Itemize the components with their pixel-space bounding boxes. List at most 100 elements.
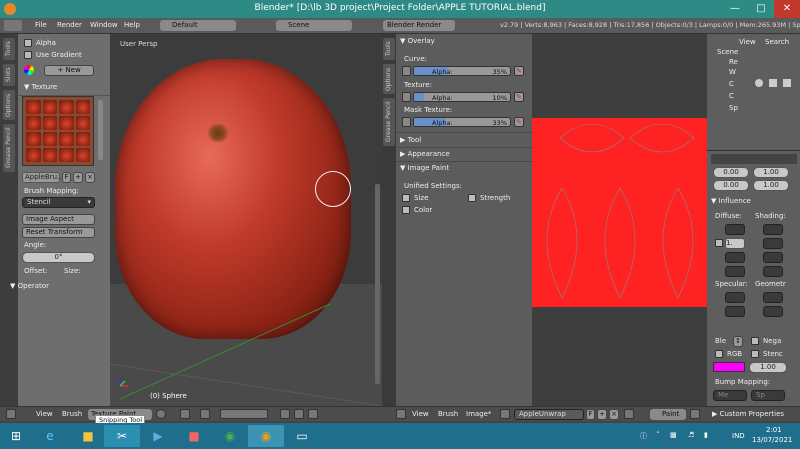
- rgb-to-intensity-checkbox[interactable]: [715, 350, 723, 358]
- diffuse-translucency-field[interactable]: [725, 266, 745, 277]
- size-y-field[interactable]: 1.00: [753, 180, 789, 191]
- scene-dropdown[interactable]: Scene: [276, 20, 352, 31]
- cursor-icon[interactable]: [769, 79, 777, 87]
- eye-icon[interactable]: [755, 79, 763, 87]
- texture-toggle[interactable]: [402, 92, 411, 102]
- shading-emit-field[interactable]: [763, 238, 783, 249]
- image-mode-dropdown[interactable]: Paint: [650, 409, 686, 420]
- media-taskbar-icon[interactable]: ▶: [140, 425, 176, 447]
- blender-taskbar-icon[interactable]: ◉: [248, 425, 284, 447]
- render-engine-dropdown[interactable]: Blender Render: [383, 20, 455, 31]
- clock-date[interactable]: 13/07/2021: [752, 436, 792, 444]
- close-button[interactable]: ✕: [774, 0, 800, 18]
- image-name-field[interactable]: AppleUnwrap: [514, 409, 584, 420]
- viewport-menu-brush[interactable]: Brush: [62, 410, 82, 418]
- image-new-button[interactable]: +: [597, 409, 607, 420]
- texture-color-swatch[interactable]: [713, 362, 745, 372]
- curve-alpha-slider[interactable]: Alpha: 35%: [413, 66, 511, 76]
- tab-options-props[interactable]: Options: [383, 64, 395, 94]
- battery-icon[interactable]: ▮: [704, 431, 708, 439]
- diffuse-intensity-field[interactable]: [725, 224, 745, 235]
- editor-type-icon[interactable]: [4, 20, 22, 31]
- operator-header[interactable]: ▼ Operator: [10, 282, 49, 290]
- outliner-camera[interactable]: C: [729, 80, 734, 88]
- viewport-editor-type-icon[interactable]: [6, 409, 16, 419]
- texture-alpha-slider[interactable]: Alpha: 10%: [413, 92, 511, 102]
- chevron-up-icon[interactable]: ˄: [656, 431, 660, 439]
- custom-properties-header[interactable]: ▶ Custom Properties: [712, 410, 784, 418]
- paint-taskbar-icon[interactable]: ■: [176, 425, 212, 447]
- image-browse-icon[interactable]: [500, 409, 510, 419]
- pin-icon[interactable]: [624, 409, 634, 419]
- tab-search[interactable]: Search: [765, 38, 789, 46]
- new-gradient-button[interactable]: + New: [44, 65, 94, 76]
- uv-menu-image[interactable]: Image*: [466, 410, 491, 418]
- uv-image-editor[interactable]: [532, 34, 707, 406]
- panel-scrollbar[interactable]: [98, 100, 103, 160]
- tab-options[interactable]: Options: [3, 90, 15, 120]
- offset-y-field[interactable]: 0.00: [713, 180, 749, 191]
- bump-space-dropdown[interactable]: Sp: [751, 390, 785, 401]
- chrome-taskbar-icon[interactable]: ◉: [212, 425, 248, 447]
- negative-checkbox[interactable]: [751, 337, 759, 345]
- snipping-tool-taskbar-icon[interactable]: ✂: [104, 425, 140, 447]
- clock-time[interactable]: 2:01: [766, 426, 782, 434]
- outliner-scene[interactable]: Scene: [717, 48, 738, 56]
- render-preview-icon[interactable]: [280, 409, 290, 419]
- default-value-field[interactable]: 1.00: [749, 362, 787, 373]
- add-texture-button[interactable]: +: [73, 172, 83, 183]
- stencil-checkbox[interactable]: [751, 350, 759, 358]
- minimize-button[interactable]: —: [722, 0, 748, 18]
- overlay-header[interactable]: ▼ Overlay: [400, 37, 435, 45]
- geometry-normal-field[interactable]: [763, 292, 783, 303]
- layers-grid[interactable]: [220, 409, 268, 419]
- fake-user-button[interactable]: F: [62, 172, 71, 183]
- unlink-texture-button[interactable]: ×: [85, 172, 95, 183]
- specular-intensity-field[interactable]: [725, 292, 745, 303]
- 3d-viewport[interactable]: User Persp (0) Sphere: [110, 34, 382, 406]
- texture-header[interactable]: ▼ Texture: [24, 83, 57, 91]
- start-button[interactable]: ⊞: [2, 425, 30, 447]
- viewport-menu-view[interactable]: View: [36, 410, 53, 418]
- diffuse-color-checkbox[interactable]: [715, 239, 723, 247]
- uv-texture-image[interactable]: [532, 118, 707, 307]
- mask-alpha-slider[interactable]: Alpha: 33%: [413, 117, 511, 127]
- language-indicator[interactable]: IND: [732, 432, 745, 440]
- curve-color-icon[interactable]: ✎: [514, 66, 524, 76]
- image-unlink-button[interactable]: ×: [609, 409, 619, 420]
- appearance-header[interactable]: ▶ Appearance: [400, 150, 450, 158]
- manipulator-icon[interactable]: [200, 409, 210, 419]
- reset-transform-button[interactable]: Reset Transform: [22, 227, 95, 238]
- diffuse-color-field[interactable]: 1.: [725, 238, 745, 249]
- size-checkbox[interactable]: [402, 194, 410, 202]
- menu-help[interactable]: Help: [124, 21, 140, 29]
- image-fake-user-button[interactable]: F: [586, 409, 595, 420]
- snap-icon[interactable]: [308, 409, 318, 419]
- uv-editor-type-icon[interactable]: [396, 409, 406, 419]
- uv-menu-view[interactable]: View: [412, 410, 429, 418]
- blend-dropdown[interactable]: ↕: [733, 336, 743, 347]
- tab-tools-props[interactable]: Tools: [383, 38, 395, 60]
- pivot-icon[interactable]: [180, 409, 190, 419]
- alpha-checkbox[interactable]: [24, 39, 32, 47]
- geometry-warp-field[interactable]: [763, 306, 783, 317]
- influence-header[interactable]: ▼ Influence: [711, 197, 751, 205]
- use-gradient-checkbox[interactable]: [24, 51, 32, 59]
- image-paint-header[interactable]: ▼ Image Paint: [400, 164, 449, 172]
- layout-dropdown[interactable]: Default: [160, 20, 236, 31]
- file-explorer-taskbar-icon[interactable]: ■: [70, 425, 106, 447]
- menu-window[interactable]: Window: [90, 21, 118, 29]
- color-checkbox[interactable]: [402, 206, 410, 214]
- texture-color-icon[interactable]: ✎: [514, 92, 524, 102]
- monitor-taskbar-icon[interactable]: ▭: [284, 425, 320, 447]
- camera-render-icon[interactable]: [294, 409, 304, 419]
- uv-menu-brush[interactable]: Brush: [438, 410, 458, 418]
- outliner-render-layers[interactable]: Re: [729, 58, 738, 66]
- tab-tools[interactable]: Tools: [3, 38, 15, 60]
- shading-mode-icon[interactable]: [156, 409, 166, 419]
- color-wheel-icon[interactable]: [24, 65, 34, 75]
- mask-toggle[interactable]: [402, 117, 411, 127]
- specular-color-field[interactable]: [725, 306, 745, 317]
- display-channels-icon[interactable]: [690, 409, 700, 419]
- diffuse-alpha-field[interactable]: [725, 252, 745, 263]
